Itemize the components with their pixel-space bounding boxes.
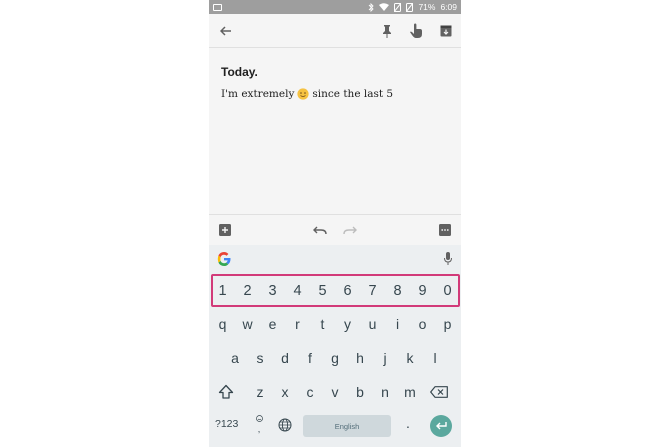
key-3[interactable]: 3 [260, 276, 285, 306]
emoji-comma-key[interactable]: , [255, 414, 263, 436]
status-bar: 71% 6:09 [209, 0, 461, 14]
no-sim-icon [394, 2, 402, 12]
key-4[interactable]: 4 [285, 276, 310, 306]
note-title[interactable]: Today. [221, 65, 258, 79]
key-v[interactable]: v [323, 377, 348, 407]
key-6[interactable]: 6 [335, 276, 360, 306]
undo-icon[interactable] [312, 222, 328, 238]
key-q[interactable]: q [210, 309, 235, 339]
key-g[interactable]: g [323, 343, 348, 373]
microphone-icon[interactable] [443, 251, 453, 267]
globe-icon[interactable] [278, 418, 292, 432]
shift-icon[interactable] [218, 384, 234, 400]
slightly-smiling-emoji-icon [297, 88, 309, 100]
key-m[interactable]: m [398, 377, 423, 407]
key-i[interactable]: i [385, 309, 410, 339]
key-5[interactable]: 5 [310, 276, 335, 306]
note-actions-bar [209, 214, 461, 245]
qwerty-row: q w e r t y u i o p [209, 309, 461, 339]
symbols-key[interactable]: ?123 [215, 418, 238, 430]
no-signal-icon [406, 2, 414, 12]
add-box-icon[interactable] [217, 222, 233, 238]
comma-label: , [257, 424, 261, 434]
google-g-icon[interactable] [216, 251, 232, 267]
key-c[interactable]: c [298, 377, 323, 407]
reminder-hand-icon[interactable] [407, 22, 425, 40]
pin-icon[interactable] [378, 22, 396, 40]
key-w[interactable]: w [235, 309, 260, 339]
enter-key[interactable] [430, 415, 452, 437]
emoji-icon [255, 415, 263, 422]
keyboard-suggestion-bar [209, 245, 461, 273]
key-b[interactable]: b [348, 377, 373, 407]
key-0[interactable]: 0 [435, 276, 460, 306]
key-p[interactable]: p [435, 309, 460, 339]
key-u[interactable]: u [360, 309, 385, 339]
key-9[interactable]: 9 [410, 276, 435, 306]
keyboard-bottom-row: ?123 , English . [209, 411, 461, 441]
key-r[interactable]: r [285, 309, 310, 339]
clock-time: 6:09 [440, 2, 457, 12]
key-8[interactable]: 8 [385, 276, 410, 306]
key-a[interactable]: a [223, 343, 248, 373]
phone-screen: 71% 6:09 Today. I'm extremely since the … [209, 0, 461, 447]
key-2[interactable]: 2 [235, 276, 260, 306]
key-j[interactable]: j [373, 343, 398, 373]
archive-icon[interactable] [437, 22, 455, 40]
back-arrow-icon[interactable] [217, 22, 235, 40]
key-s[interactable]: s [248, 343, 273, 373]
note-toolbar [209, 14, 461, 48]
battery-percent: 71% [418, 2, 436, 12]
wifi-icon [379, 3, 390, 11]
gallery-icon [213, 3, 222, 11]
asdf-row: a s d f g h j k l [209, 343, 461, 373]
key-y[interactable]: y [335, 309, 360, 339]
key-o[interactable]: o [410, 309, 435, 339]
note-body-before: I'm extremely [221, 88, 295, 100]
key-d[interactable]: d [273, 343, 298, 373]
key-e[interactable]: e [260, 309, 285, 339]
key-1[interactable]: 1 [210, 276, 235, 306]
key-f[interactable]: f [298, 343, 323, 373]
key-n[interactable]: n [373, 377, 398, 407]
redo-icon[interactable] [342, 222, 358, 238]
key-z[interactable]: z [248, 377, 273, 407]
bluetooth-icon [369, 2, 375, 12]
key-l[interactable]: l [423, 343, 448, 373]
note-body-after: since the last 5 [312, 88, 394, 100]
period-key[interactable]: . [406, 415, 410, 431]
note-body[interactable]: I'm extremely since the last 5 [221, 88, 393, 100]
note-editor[interactable]: Today. I'm extremely since the last 5 [209, 48, 461, 214]
key-k[interactable]: k [398, 343, 423, 373]
key-t[interactable]: t [310, 309, 335, 339]
space-bar[interactable]: English [303, 415, 391, 437]
backspace-icon[interactable] [430, 386, 448, 398]
key-x[interactable]: x [273, 377, 298, 407]
enter-arrow-icon [436, 422, 447, 430]
key-7[interactable]: 7 [360, 276, 385, 306]
more-icon[interactable] [437, 222, 453, 238]
zxcv-row: z x c v b n m [209, 377, 461, 407]
key-h[interactable]: h [348, 343, 373, 373]
keyboard: 1 2 3 4 5 6 7 8 9 0 q w e r t y u i o p … [209, 245, 461, 447]
number-row: 1 2 3 4 5 6 7 8 9 0 [209, 276, 461, 306]
